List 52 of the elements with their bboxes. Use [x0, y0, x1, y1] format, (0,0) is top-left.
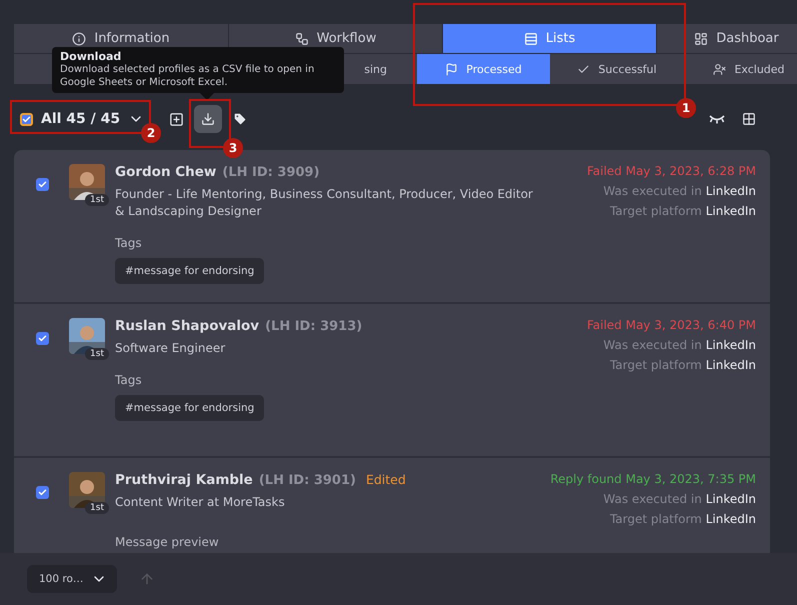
tab[interactable]: Lists [443, 24, 657, 53]
edited-label: Edited [366, 472, 406, 487]
profile-name[interactable]: Gordon Chew [115, 164, 216, 180]
headline: Software Engineer [115, 340, 226, 357]
executed-text: Was executed in LinkedIn [603, 184, 756, 198]
headline: Founder - Life Mentoring, Business Consultant, Producer, Video Editor & Landscaping Designer [115, 186, 534, 220]
download-icon [201, 112, 216, 126]
check-icon [22, 114, 31, 124]
step-number: 2 [141, 123, 161, 143]
executed-text: Was executed in LinkedIn [603, 492, 756, 506]
check-icon [38, 488, 47, 497]
executed-text: Was executed in LinkedIn [603, 338, 756, 352]
check-icon [577, 62, 590, 76]
workflow-icon [294, 32, 309, 46]
lh-id: (LH ID: 3909) [222, 165, 320, 180]
tag-chip: #message for endorsing [115, 395, 264, 421]
list-icon [524, 32, 538, 46]
download-button[interactable] [194, 105, 222, 133]
step-number: 1 [676, 98, 696, 118]
platform-text: Target platform LinkedIn [610, 512, 756, 526]
platform-text: Target platform LinkedIn [610, 358, 756, 372]
section-label: Tags [115, 236, 143, 250]
checkbox[interactable] [36, 332, 49, 345]
subtab[interactable]: Processed [417, 54, 550, 84]
person-x-icon [713, 62, 726, 76]
rows-per-page-select[interactable]: 100 ro… [27, 565, 118, 593]
profile-name[interactable]: Ruslan Shapovalov [115, 318, 260, 334]
platform-text: Target platform LinkedIn [610, 204, 756, 218]
headline: Content Writer at MoreTasks [115, 494, 286, 511]
checkbox[interactable] [36, 486, 49, 499]
info-icon [72, 32, 86, 46]
profile-name[interactable]: Pruthviraj Kamble [115, 472, 253, 488]
tooltip-text: Download selected profiles as a CSV file to open in Google Sheets or Microsoft Excel. [60, 63, 316, 89]
flag-icon [445, 62, 458, 76]
lh-id: (LH ID: 3913) [265, 319, 362, 334]
degree-badge: 1st [85, 348, 109, 360]
lh-id: (LH ID: 3901) [258, 473, 356, 488]
status-text: Reply found May 3, 2023, 7:35 PM [550, 472, 756, 486]
section-label: Message preview [115, 535, 220, 549]
tag-chip: #message for endorsing [115, 258, 264, 284]
section-label: Tags [115, 373, 143, 387]
status-text: Failed May 3, 2023, 6:28 PM [586, 164, 756, 178]
checkbox[interactable] [20, 112, 33, 126]
degree-badge: 1st [85, 194, 109, 206]
degree-badge: 1st [85, 502, 109, 514]
dashboard-icon [694, 32, 708, 46]
tooltip-title: Download [60, 50, 122, 63]
step-number: 3 [223, 138, 243, 158]
checkbox[interactable] [36, 178, 49, 191]
check-icon [38, 334, 47, 343]
check-icon [38, 180, 47, 189]
status-text: Failed May 3, 2023, 6:40 PM [586, 318, 756, 332]
